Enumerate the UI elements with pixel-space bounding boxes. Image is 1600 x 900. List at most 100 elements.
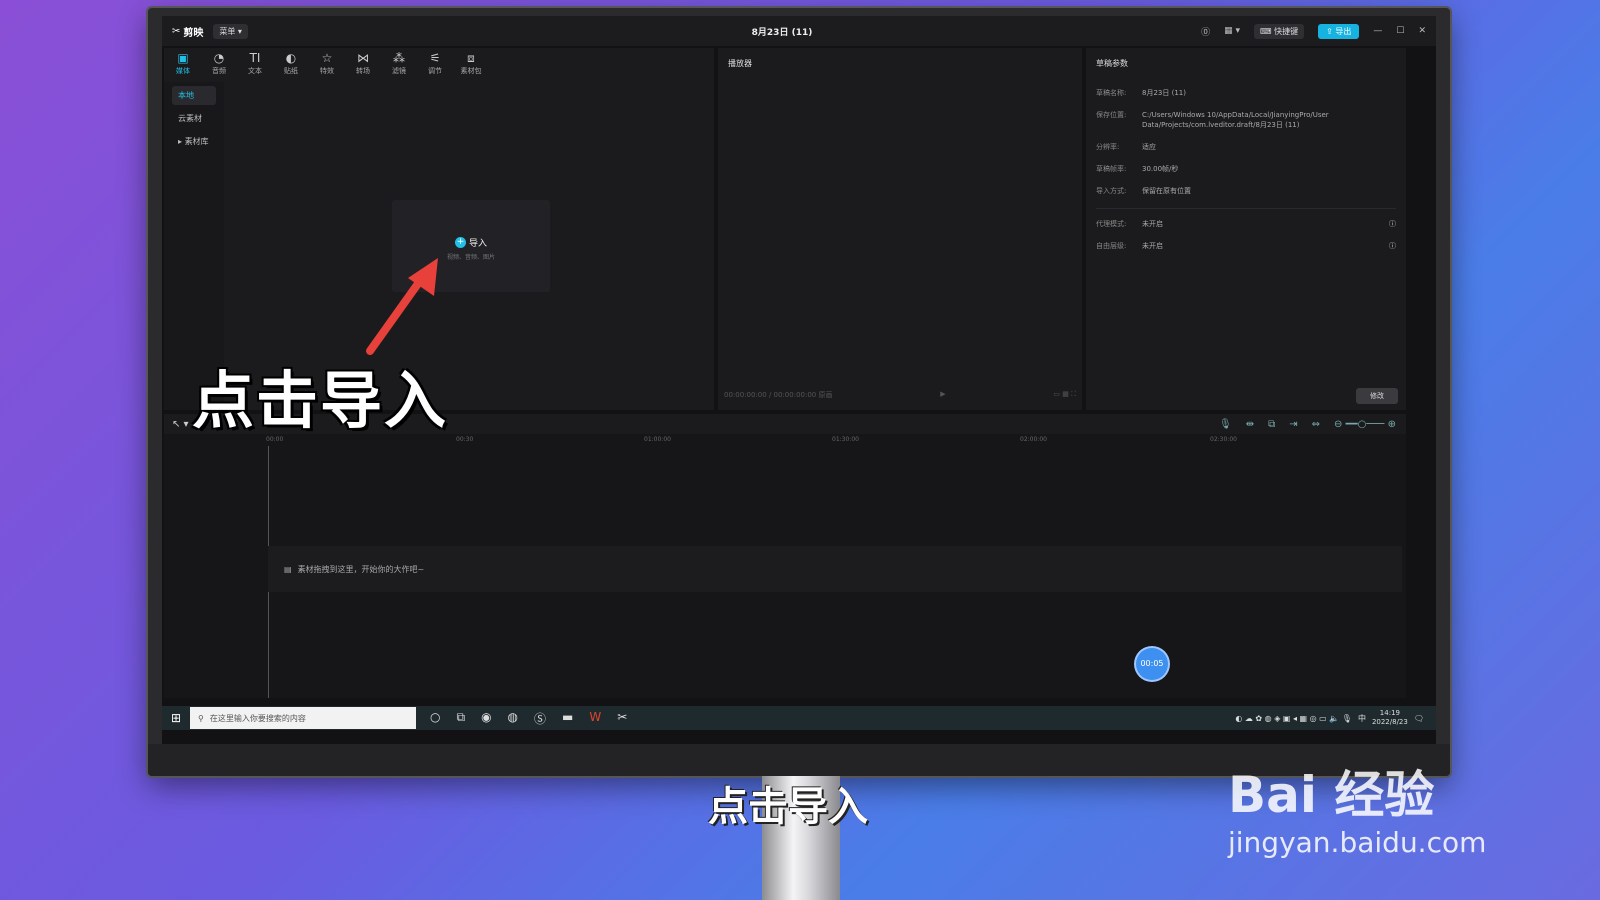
windows-start-icon[interactable]: ⊞	[162, 711, 190, 725]
player-title: 播放器	[728, 59, 752, 68]
prop-label: 导入方式:	[1096, 187, 1127, 195]
export-button[interactable]: ⇪ 导出	[1318, 23, 1360, 39]
time-current: 00:00:00:00	[724, 391, 767, 399]
windows-taskbar: ⊞ ⚲ 在这里输入你要搜索的内容 ○ ⧉ ◉ ◍ Ⓢ ▬ W ✂ ◐ ☁ ✿ ◍ …	[162, 706, 1436, 730]
cortana-icon[interactable]: ○	[430, 710, 440, 727]
clock[interactable]: 14:19 2022/8/23	[1372, 709, 1408, 727]
tool-filter[interactable]: ⁂ 滤镜	[386, 50, 412, 76]
player-time: 00:00:00:00 / 00:00:00:00 原画	[724, 391, 833, 399]
prop-label: 草稿名称:	[1096, 89, 1127, 97]
text-icon: TI	[249, 51, 261, 65]
tool-effects[interactable]: ☆ 特效	[314, 50, 340, 76]
taskbar-search-box[interactable]: ⚲ 在这里输入你要搜索的内容	[190, 707, 416, 729]
maximize-icon[interactable]: ☐	[1396, 26, 1404, 36]
edge-icon[interactable]: ◍	[508, 710, 518, 727]
quality-select[interactable]: 原画	[818, 391, 832, 399]
tool-package[interactable]: ⧈ 素材包	[458, 50, 484, 76]
info-icon[interactable]: ⓘ	[1389, 241, 1396, 251]
package-icon: ⧈	[467, 51, 475, 65]
select-tool-icon[interactable]: ↖ ▾	[172, 419, 189, 430]
filter-icon: ⁂	[393, 51, 405, 65]
tool-label: 音频	[212, 67, 226, 75]
tool-transition[interactable]: ⋈ 转场	[350, 50, 376, 76]
ruler-tick: 01:00:00	[644, 436, 671, 443]
info-icon[interactable]: ⓘ	[1389, 219, 1396, 229]
zoom-slider[interactable]: ⊖ ━━○─── ⊕	[1334, 419, 1396, 430]
fullscreen-icon[interactable]: ▭ ▦ ⛶	[1053, 390, 1076, 400]
prop-row: 自由层级: 未开启 ⓘ	[1096, 241, 1396, 251]
main-track-lane[interactable]: ▤ 素材拖拽到这里，开始你的大作吧~	[268, 546, 1402, 592]
tool-label: 滤镜	[392, 67, 406, 75]
help-icon[interactable]: ⓪	[1201, 25, 1210, 38]
minimize-icon[interactable]: —	[1373, 26, 1382, 36]
export-label: 导出	[1335, 26, 1352, 36]
title-actions: ⓪ ▦ ▾ ⌨ 快捷键 ⇪ 导出 — ☐ ✕	[1201, 23, 1426, 39]
drop-hint-text: 素材拖拽到这里，开始你的大作吧~	[297, 565, 425, 574]
audio-icon: ◔	[213, 51, 225, 65]
sidebar-item-local[interactable]: 本地	[172, 86, 216, 105]
tool-adjust[interactable]: ⚟ 调节	[422, 50, 448, 76]
prop-row: 草稿名称: 8月23日 (11)	[1096, 88, 1396, 98]
sogou-icon[interactable]: Ⓢ	[534, 710, 546, 727]
menu-button[interactable]: 菜单 ▾	[213, 23, 248, 39]
tool-audio[interactable]: ◔ 音频	[206, 50, 232, 76]
prop-value: 未开启	[1142, 242, 1163, 250]
video-subtitle: 点击导入	[708, 784, 868, 830]
timer-bubble: 00:05	[1136, 648, 1168, 680]
ruler-tick: 02:30:00	[1210, 436, 1237, 443]
preview-axis-icon[interactable]: ⇥	[1289, 419, 1297, 430]
tray-icons[interactable]: ◐ ☁ ✿ ◍ ◈ ▣ ◂ ▦ ◎ ▭ 🔈 🎙	[1235, 714, 1352, 723]
wps-icon[interactable]: W	[589, 710, 601, 727]
ruler-tick: 02:00:00	[1020, 436, 1047, 443]
player-panel: 播放器 00:00:00:00 / 00:00:00:00 原画 ▶ ▭ ▦ ⛶	[718, 48, 1082, 410]
layout-icon[interactable]: ▦ ▾	[1224, 26, 1240, 36]
prop-row: 代理模式: 未开启 ⓘ	[1096, 219, 1396, 229]
prop-value: 未开启	[1142, 220, 1163, 228]
ruler-tick: 00:30	[456, 436, 474, 443]
prop-label: 分辨率:	[1096, 143, 1120, 151]
tool-label: 文本	[248, 67, 262, 75]
close-icon[interactable]: ✕	[1418, 26, 1426, 36]
sticker-icon: ◐	[285, 51, 297, 65]
link-icon[interactable]: ⇹	[1246, 419, 1254, 430]
properties-body: 草稿名称: 8月23日 (11) 保存位置: C:/Users/Windows 10…	[1096, 88, 1396, 263]
tool-label: 媒体	[176, 67, 190, 75]
microphone-icon[interactable]: 🎙	[1219, 419, 1232, 430]
tool-text[interactable]: TI 文本	[242, 50, 268, 76]
prop-row: 保存位置: C:/Users/Windows 10/AppData/Local/J…	[1096, 110, 1396, 130]
arrow-shaft	[366, 274, 426, 355]
prop-value: 适应	[1142, 143, 1156, 151]
prop-row: 导入方式: 保留在原有位置	[1096, 186, 1396, 196]
folder-icon[interactable]: ▬	[562, 710, 573, 727]
media-icon: ▣	[177, 51, 189, 65]
language-indicator[interactable]: 中	[1358, 713, 1366, 724]
notification-icon[interactable]: 🗨	[1414, 714, 1424, 723]
tool-label: 调节	[428, 67, 442, 75]
prop-value: 30.00帧/秒	[1142, 165, 1179, 173]
film-icon: ▤	[284, 565, 292, 574]
prop-value: C:/Users/Windows 10/AppData/Local/Jianyi…	[1142, 111, 1329, 129]
tool-label: 转场	[356, 67, 370, 75]
prop-value: 保留在原有位置	[1142, 187, 1191, 195]
window-title: 8月23日 (11)	[751, 27, 813, 38]
tool-media[interactable]: ▣ 媒体	[170, 50, 196, 76]
split-icon[interactable]: ⇔	[1312, 419, 1320, 430]
sidebar-item-cloud[interactable]: 云素材	[172, 109, 216, 128]
snap-icon[interactable]: ⧉	[1268, 419, 1275, 430]
import-row: + 导入	[392, 236, 550, 249]
prop-label: 草稿帧率:	[1096, 165, 1127, 173]
sidebar-item-library[interactable]: ▸ 素材库	[172, 132, 216, 151]
properties-title: 草稿参数	[1096, 59, 1128, 68]
title-bar: ✂ 剪映 菜单 ▾ 8月23日 (11) ⓪ ▦ ▾ ⌨ 快捷键 ⇪ 导出 — ☐…	[162, 16, 1436, 46]
timeline-area[interactable]: ▤ 素材拖拽到这里，开始你的大作吧~	[164, 446, 1406, 698]
modify-button[interactable]: 修改	[1356, 388, 1398, 404]
search-placeholder: 在这里输入你要搜索的内容	[209, 713, 306, 723]
jianying-icon[interactable]: ✂	[617, 710, 627, 727]
baidu-watermark-url: jingyan.baidu.com	[1228, 826, 1487, 859]
browser-icon[interactable]: ◉	[481, 710, 491, 727]
search-icon: ⚲	[198, 713, 204, 723]
shortcut-button[interactable]: ⌨ 快捷键	[1254, 23, 1305, 39]
play-icon[interactable]: ▶	[940, 390, 945, 400]
task-view-icon[interactable]: ⧉	[456, 710, 465, 727]
tool-sticker[interactable]: ◐ 贴纸	[278, 50, 304, 76]
